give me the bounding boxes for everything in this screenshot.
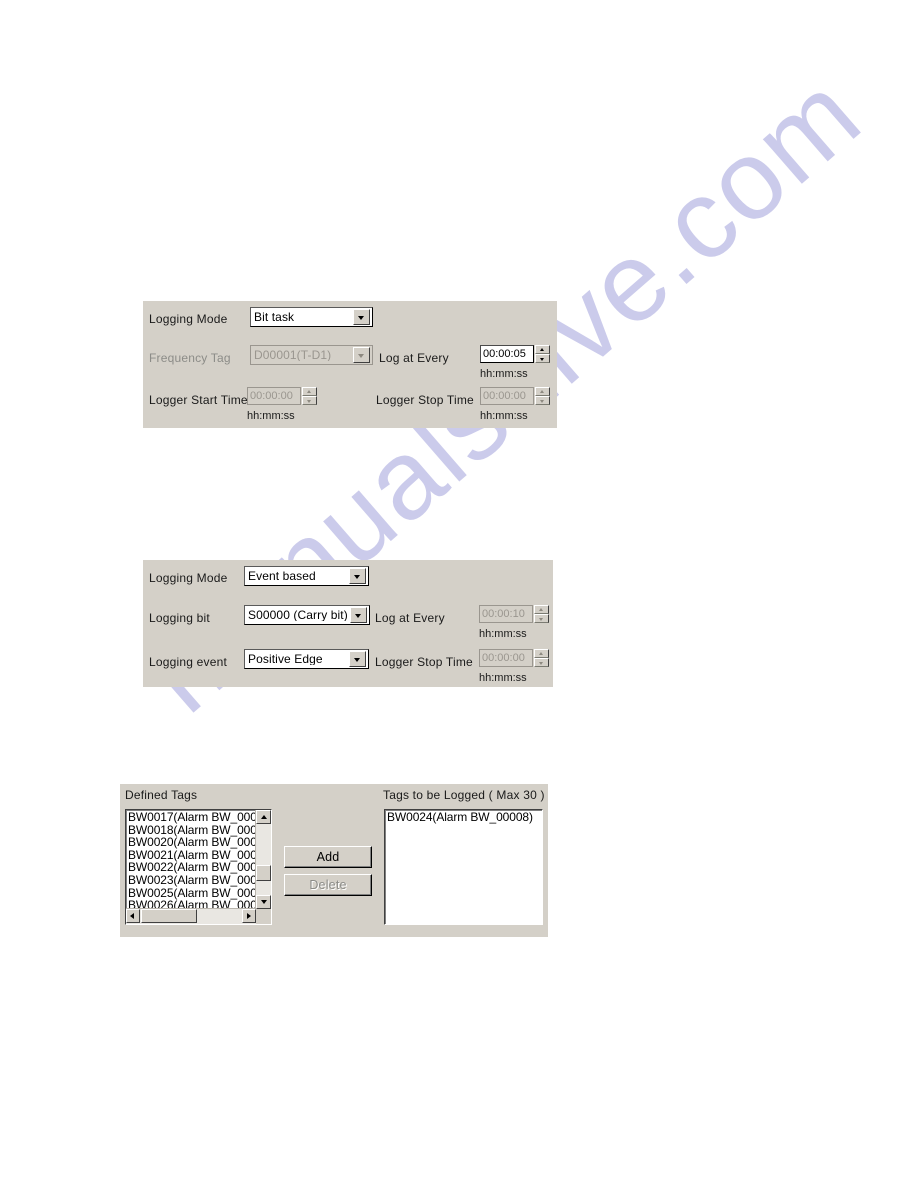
- horizontal-scroll-thumb[interactable]: [141, 909, 197, 923]
- logging-mode-value: Event based: [248, 570, 316, 582]
- scroll-up-icon[interactable]: [256, 810, 271, 824]
- logging-settings-panel-event-based: Logging Mode Event based Logging bit S00…: [143, 560, 553, 687]
- log-at-every-label: Log at Every: [379, 351, 449, 365]
- spinner-up-icon[interactable]: [534, 649, 549, 658]
- logger-stop-time-label: Logger Stop Time: [376, 393, 474, 407]
- chevron-down-icon[interactable]: [349, 568, 366, 584]
- spinner-down-icon[interactable]: [534, 614, 549, 623]
- log-at-every-value[interactable]: 00:00:10: [479, 605, 533, 623]
- frequency-tag-label: Frequency Tag: [149, 351, 231, 365]
- defined-tags-horizontal-scrollbar[interactable]: [126, 908, 256, 924]
- logging-event-combo[interactable]: Positive Edge: [244, 649, 369, 669]
- add-button[interactable]: Add: [284, 846, 372, 868]
- list-item[interactable]: BW0017(Alarm BW_000: [128, 811, 255, 824]
- logger-start-time-stepper[interactable]: [302, 387, 317, 405]
- logger-stop-time-value[interactable]: 00:00:00: [480, 387, 534, 405]
- logging-mode-combo[interactable]: Bit task: [250, 307, 373, 327]
- logging-bit-combo[interactable]: S00000 (Carry bit): [244, 605, 370, 625]
- spinner-up-icon[interactable]: [535, 387, 550, 396]
- spinner-down-icon[interactable]: [535, 396, 550, 405]
- vertical-scroll-thumb[interactable]: [256, 865, 271, 881]
- tag-selection-panel: Defined Tags Tags to be Logged ( Max 30 …: [120, 784, 548, 937]
- logging-bit-value: S00000 (Carry bit): [248, 609, 348, 621]
- logging-mode-label: Logging Mode: [149, 571, 228, 585]
- spinner-down-icon[interactable]: [535, 354, 550, 363]
- frequency-tag-combo[interactable]: D00001(T-D1): [250, 345, 373, 365]
- logger-start-time-value[interactable]: 00:00:00: [247, 387, 301, 405]
- logging-mode-label: Logging Mode: [149, 312, 228, 326]
- delete-button[interactable]: Delete: [284, 874, 372, 896]
- logging-event-label: Logging event: [149, 655, 227, 669]
- logger-stop-time-value[interactable]: 00:00:00: [479, 649, 533, 667]
- scroll-right-icon[interactable]: [242, 909, 256, 923]
- logger-stop-time-label: Logger Stop Time: [375, 655, 473, 669]
- log-at-every-value[interactable]: 00:00:05: [480, 345, 534, 363]
- logger-stop-time-stepper[interactable]: [535, 387, 550, 405]
- logging-mode-combo[interactable]: Event based: [244, 566, 369, 586]
- list-item[interactable]: BW0020(Alarm BW_000: [128, 836, 255, 849]
- defined-tags-vertical-scrollbar[interactable]: [255, 810, 271, 924]
- logging-event-value: Positive Edge: [248, 653, 323, 665]
- logger-stop-time-spinner[interactable]: 00:00:00: [480, 387, 551, 405]
- logger-start-time-spinner[interactable]: 00:00:00: [247, 387, 318, 405]
- tags-to-be-logged-label: Tags to be Logged ( Max 30 ): [383, 788, 545, 802]
- log-at-every-stepper[interactable]: [534, 605, 549, 623]
- logging-bit-label: Logging bit: [149, 611, 210, 625]
- logging-mode-value: Bit task: [254, 311, 295, 323]
- logger-stop-time-spinner[interactable]: 00:00:00: [479, 649, 550, 667]
- logger-stop-time-format-hint: hh:mm:ss: [479, 672, 527, 684]
- log-at-every-label: Log at Every: [375, 611, 445, 625]
- scroll-down-icon[interactable]: [256, 895, 271, 909]
- logger-start-time-label: Logger Start Time: [149, 393, 248, 407]
- scrollbar-corner: [256, 909, 271, 924]
- list-item[interactable]: BW0023(Alarm BW_000: [128, 874, 255, 887]
- scroll-left-icon[interactable]: [126, 909, 140, 923]
- spinner-up-icon[interactable]: [302, 387, 317, 396]
- spinner-up-icon[interactable]: [534, 605, 549, 614]
- list-item[interactable]: BW0024(Alarm BW_00008): [387, 811, 540, 824]
- logger-start-time-format-hint: hh:mm:ss: [247, 410, 295, 422]
- logged-tags-items: BW0024(Alarm BW_00008): [387, 811, 540, 824]
- log-at-every-format-hint: hh:mm:ss: [479, 628, 527, 640]
- chevron-down-icon[interactable]: [350, 607, 367, 623]
- spinner-down-icon[interactable]: [302, 396, 317, 405]
- frequency-tag-value: D00001(T-D1): [254, 349, 332, 361]
- defined-tags-items: BW0017(Alarm BW_000 BW0018(Alarm BW_000 BW…: [128, 811, 255, 912]
- spinner-up-icon[interactable]: [535, 345, 550, 354]
- log-at-every-format-hint: hh:mm:ss: [480, 368, 528, 380]
- spinner-down-icon[interactable]: [534, 658, 549, 667]
- log-at-every-spinner[interactable]: 00:00:05: [480, 345, 551, 363]
- chevron-down-icon[interactable]: [349, 651, 366, 667]
- logged-tags-listbox[interactable]: BW0024(Alarm BW_00008): [384, 809, 543, 925]
- log-at-every-stepper[interactable]: [535, 345, 550, 363]
- logger-stop-time-stepper[interactable]: [534, 649, 549, 667]
- log-at-every-spinner[interactable]: 00:00:10: [479, 605, 550, 623]
- logger-stop-time-format-hint: hh:mm:ss: [480, 410, 528, 422]
- logging-settings-panel-bit-task: Logging Mode Bit task Frequency Tag D000…: [143, 301, 557, 428]
- defined-tags-label: Defined Tags: [125, 788, 198, 802]
- chevron-down-icon[interactable]: [353, 309, 370, 325]
- defined-tags-listbox[interactable]: BW0017(Alarm BW_000 BW0018(Alarm BW_000 BW…: [125, 809, 272, 925]
- chevron-down-icon[interactable]: [353, 347, 370, 363]
